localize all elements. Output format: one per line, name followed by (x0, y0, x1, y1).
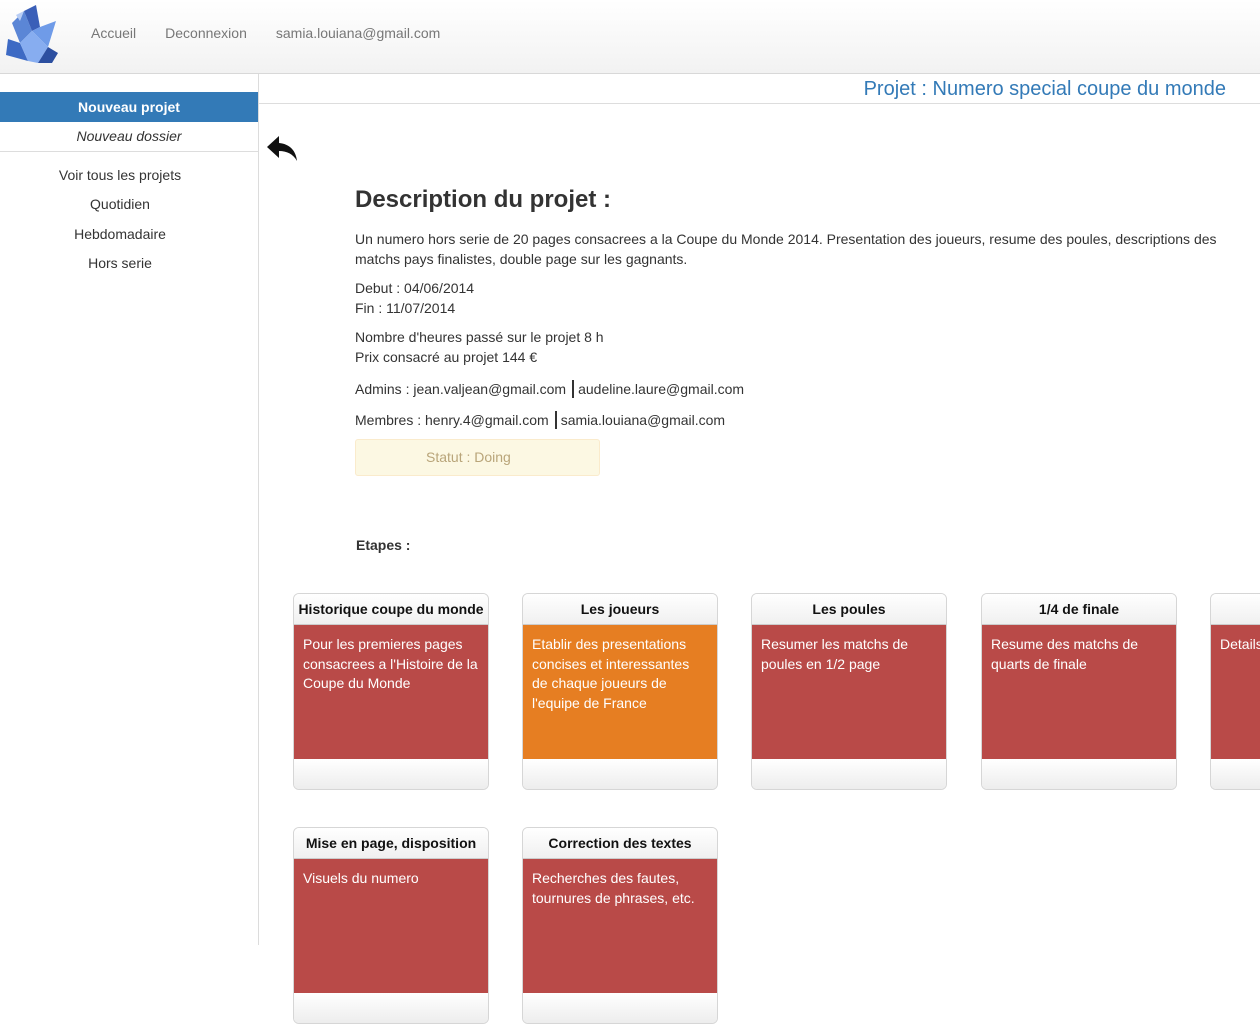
step-card-footer (1211, 759, 1260, 789)
project-price: Prix consacré au projet 144 € (355, 349, 538, 365)
step-card-footer (752, 759, 946, 789)
step-card-title: 1/4 de finale (982, 594, 1176, 625)
project-title-bar: Projet : Numero special coupe du monde (259, 74, 1260, 104)
steps-heading: Etapes : (356, 537, 411, 553)
step-card-title: Correction des textes (523, 828, 717, 859)
step-card[interactable]: Les joueurs Etablir des presentations co… (522, 593, 718, 790)
top-navbar: Accueil Deconnexion samia.louiana@gmail.… (0, 0, 1260, 74)
nav-home-link[interactable]: Accueil (91, 25, 136, 41)
nav-logout-link[interactable]: Deconnexion (165, 25, 247, 41)
new-folder-link[interactable]: Nouveau dossier (0, 122, 258, 152)
sidebar-item-special[interactable]: Hors serie (0, 255, 240, 284)
step-card[interactable]: Les poules Resumer les matchs de poules … (751, 593, 947, 790)
step-card-footer (982, 759, 1176, 789)
step-card-body: Details deux e (1211, 625, 1260, 759)
start-date: Debut : 04/06/2014 (355, 280, 475, 296)
step-card[interactable]: 1/4 de finale Resume des matchs de quart… (981, 593, 1177, 790)
step-card-body: Visuels du numero (294, 859, 488, 993)
sidebar-item-weekly[interactable]: Hebdomadaire (0, 226, 240, 255)
sidebar: Nouveau projet Nouveau dossier Voir tous… (0, 74, 259, 945)
step-card-body: Etablir des presentations concises et in… (523, 625, 717, 759)
nav-user-email[interactable]: samia.louiana@gmail.com (276, 25, 440, 41)
sidebar-item-daily[interactable]: Quotidien (0, 196, 240, 225)
member-email[interactable]: henry.4@gmail.com (425, 412, 549, 428)
step-card[interactable]: Details deux e (1210, 593, 1260, 790)
step-card-body: Resume des matchs de quarts de finale (982, 625, 1176, 759)
back-arrow-icon[interactable] (265, 134, 299, 162)
admins-row: Admins : jean.valjean@gmail.com audeline.… (355, 380, 744, 398)
description-heading: Description du projet : (355, 186, 612, 213)
step-card-title (1211, 594, 1260, 625)
step-card[interactable]: Historique coupe du monde Pour les premi… (293, 593, 489, 790)
admin-email[interactable]: audeline.laure@gmail.com (578, 381, 744, 397)
crystal-logo-icon[interactable] (2, 3, 60, 65)
step-card-footer (294, 759, 488, 789)
step-card-title: Les joueurs (523, 594, 717, 625)
step-card-footer (294, 993, 488, 1023)
members-row: Membres : henry.4@gmail.com samia.louiana… (355, 411, 725, 429)
project-title: Projet : Numero special coupe du monde (863, 78, 1226, 100)
sidebar-item-all-projects[interactable]: Voir tous les projets (0, 167, 240, 196)
step-card[interactable]: Correction des textes Recherches des fau… (522, 827, 718, 1024)
status-text: Statut : Doing (426, 449, 511, 465)
step-card-footer (523, 759, 717, 789)
step-card-title: Les poules (752, 594, 946, 625)
admin-email[interactable]: jean.valjean@gmail.com (413, 381, 566, 397)
admins-label: Admins : (355, 381, 414, 397)
step-card-body: Recherches des fautes, tournures de phra… (523, 859, 717, 993)
step-card-body: Resumer les matchs de poules en 1/2 page (752, 625, 946, 759)
hours-spent: Nombre d'heures passé sur le projet 8 h (355, 329, 604, 345)
end-date: Fin : 11/07/2014 (355, 300, 456, 316)
step-card-footer (523, 993, 717, 1023)
separator (554, 411, 557, 429)
members-label: Membres : (355, 412, 426, 428)
step-card-title: Historique coupe du monde (294, 594, 488, 625)
new-project-button[interactable]: Nouveau projet (0, 92, 258, 122)
step-card-title: Mise en page, disposition (294, 828, 488, 859)
member-email[interactable]: samia.louiana@gmail.com (561, 412, 725, 428)
status-badge: Statut : Doing (355, 439, 600, 476)
step-card-body: Pour les premieres pages consacrees a l'… (294, 625, 488, 759)
project-description: Un numero hors serie de 20 pages consacr… (355, 231, 1217, 267)
separator (572, 380, 575, 398)
step-card[interactable]: Mise en page, disposition Visuels du num… (293, 827, 489, 1024)
